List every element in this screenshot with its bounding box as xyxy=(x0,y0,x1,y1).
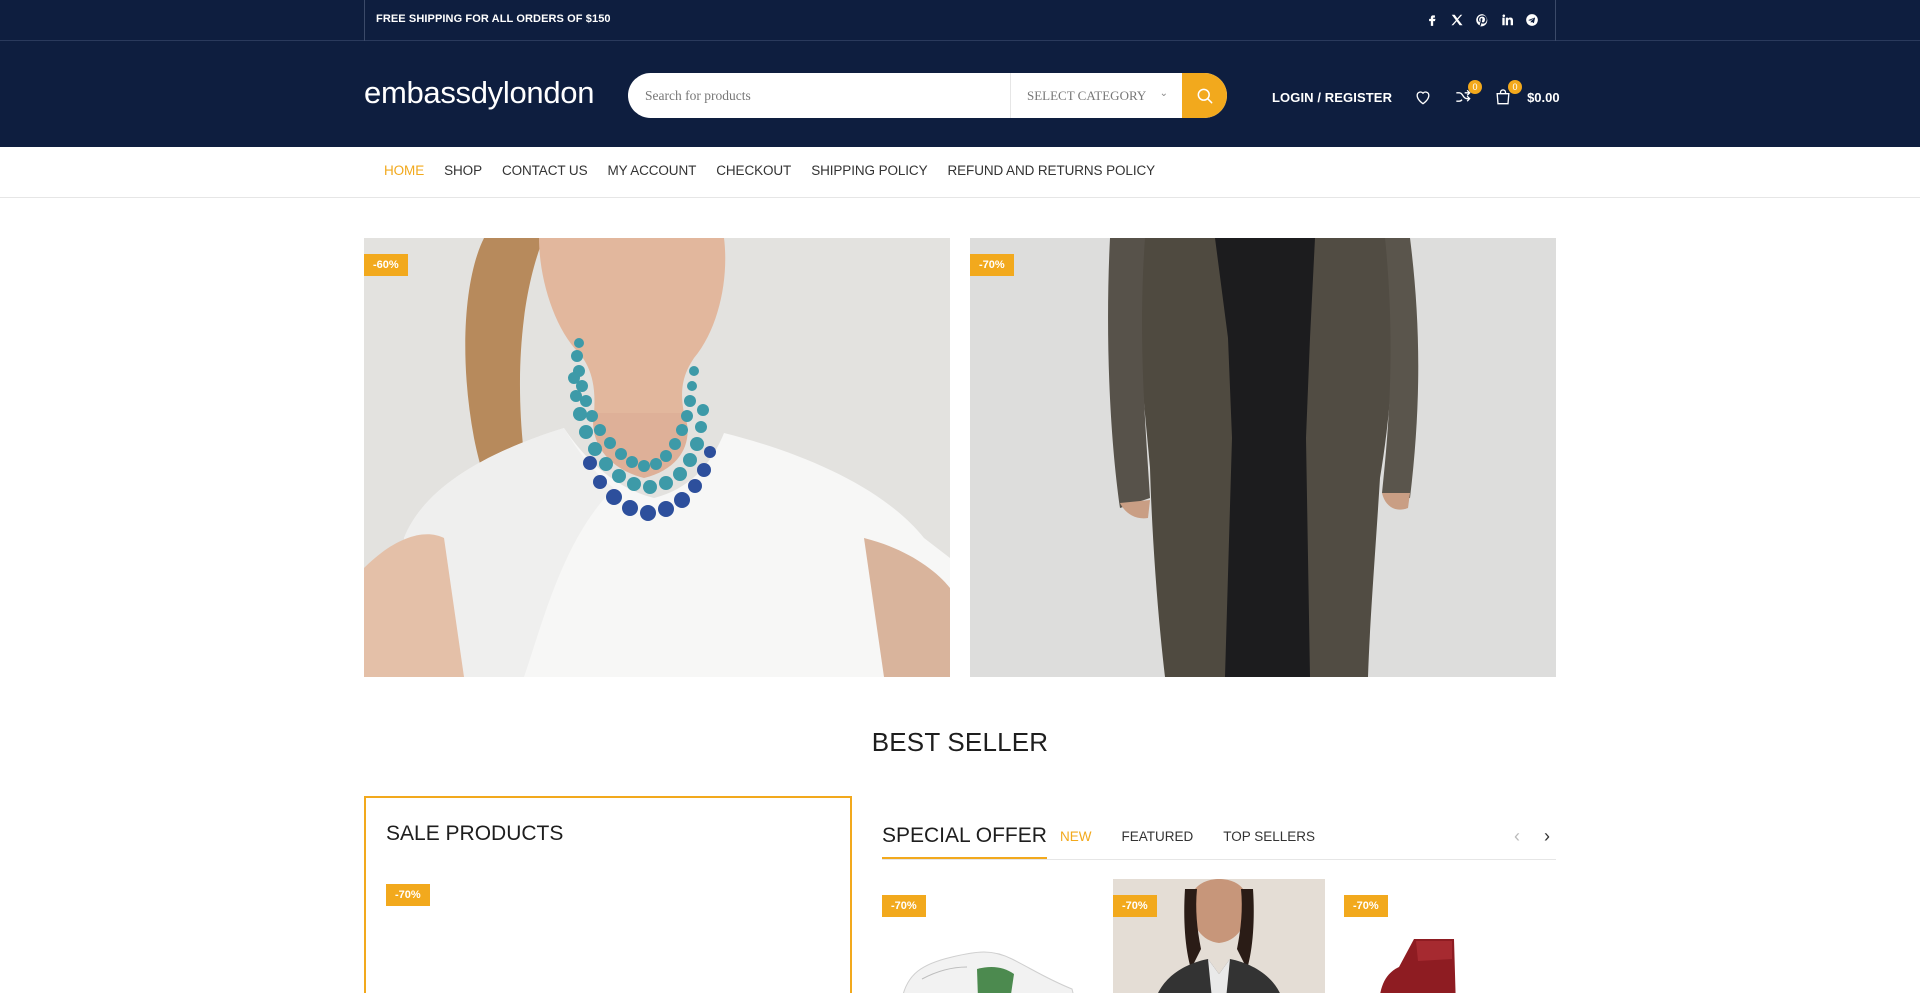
tab-new[interactable]: NEW xyxy=(1060,829,1092,844)
compare-button[interactable]: 0 xyxy=(1452,80,1483,108)
main-header: embassdylondon SELECT CATEGORY ⌄ LOGIN /… xyxy=(0,41,1920,147)
header-actions: LOGIN / REGISTER 0 0 $0.00 xyxy=(1272,80,1560,109)
product-image xyxy=(426,988,546,993)
product-card[interactable]: -70% xyxy=(1113,879,1325,993)
category-select[interactable]: SELECT CATEGORY ⌄ xyxy=(1010,73,1182,118)
nav-item-contact-us[interactable]: CONTACT US xyxy=(502,163,588,178)
nav-item-checkout[interactable]: CHECKOUT xyxy=(716,163,791,178)
discount-badge: -60% xyxy=(364,254,408,276)
banner-image-woman-necklace xyxy=(364,238,950,677)
cart-count-badge: 0 xyxy=(1508,80,1523,94)
discount-badge: -70% xyxy=(386,884,430,906)
main-nav: HOME SHOP CONTACT US MY ACCOUNT CHECKOUT… xyxy=(0,147,1920,198)
search-bar: SELECT CATEGORY ⌄ xyxy=(628,73,1227,118)
banner-image-long-cardigan xyxy=(970,238,1556,677)
chevron-down-icon: ⌄ xyxy=(1159,88,1168,99)
special-offer-header: SPECIAL OFFER NEW FEATURED TOP SELLERS ‹… xyxy=(882,822,1556,860)
divider xyxy=(364,0,365,41)
sale-products-box: SALE PRODUCTS -70% xyxy=(364,796,852,993)
promo-banner-necklace[interactable]: -60% xyxy=(364,238,950,677)
x-icon[interactable] xyxy=(1449,12,1465,28)
nav-item-refund-returns-policy[interactable]: REFUND AND RETURNS POLICY xyxy=(948,163,1156,178)
product-card[interactable]: -70% xyxy=(882,879,1094,993)
discount-badge: -70% xyxy=(882,895,926,917)
product-card[interactable]: -70% xyxy=(1344,879,1556,993)
social-links xyxy=(1424,12,1540,28)
nav-item-shipping-policy[interactable]: SHIPPING POLICY xyxy=(811,163,927,178)
pinterest-icon[interactable] xyxy=(1474,12,1490,28)
category-select-label: SELECT CATEGORY xyxy=(1027,87,1147,103)
linkedin-icon[interactable] xyxy=(1499,12,1515,28)
divider xyxy=(1555,0,1556,41)
nav-item-my-account[interactable]: MY ACCOUNT xyxy=(607,163,696,178)
discount-badge: -70% xyxy=(970,254,1014,276)
tab-top-sellers[interactable]: TOP SELLERS xyxy=(1223,829,1315,844)
cart-total[interactable]: $0.00 xyxy=(1527,90,1560,105)
facebook-icon[interactable] xyxy=(1424,12,1440,28)
chevron-right-icon[interactable]: › xyxy=(1544,826,1550,847)
wishlist-button[interactable] xyxy=(1412,86,1434,108)
search-icon xyxy=(1197,88,1212,103)
telegram-icon[interactable] xyxy=(1524,12,1540,28)
login-register-link[interactable]: LOGIN / REGISTER xyxy=(1272,90,1392,105)
cart-button[interactable]: 0 xyxy=(1492,80,1523,108)
nav-item-home[interactable]: HOME xyxy=(384,163,424,178)
nav-item-shop[interactable]: SHOP xyxy=(444,163,482,178)
special-offer-title: SPECIAL OFFER xyxy=(882,824,1047,859)
discount-badge: -70% xyxy=(1113,895,1157,917)
promo-banner-cardigan[interactable]: -70% xyxy=(970,238,1556,677)
sale-products-title: SALE PRODUCTS xyxy=(386,822,564,845)
discount-badge: -70% xyxy=(1344,895,1388,917)
nav-menu: HOME SHOP CONTACT US MY ACCOUNT CHECKOUT… xyxy=(384,163,1175,178)
site-logo[interactable]: embassdylondon xyxy=(364,75,594,111)
heart-icon xyxy=(1416,91,1430,105)
search-button[interactable] xyxy=(1182,73,1227,118)
tab-featured[interactable]: FEATURED xyxy=(1122,829,1194,844)
best-seller-title: BEST SELLER xyxy=(871,727,1049,757)
chevron-left-icon[interactable]: ‹ xyxy=(1514,826,1520,847)
top-bar: FREE SHIPPING FOR ALL ORDERS OF $150 xyxy=(0,0,1920,41)
product-tabs: NEW FEATURED TOP SELLERS xyxy=(1060,829,1345,844)
shipping-notice: FREE SHIPPING FOR ALL ORDERS OF $150 xyxy=(376,13,611,25)
compare-count-badge: 0 xyxy=(1468,80,1483,94)
search-input[interactable] xyxy=(628,73,1010,118)
